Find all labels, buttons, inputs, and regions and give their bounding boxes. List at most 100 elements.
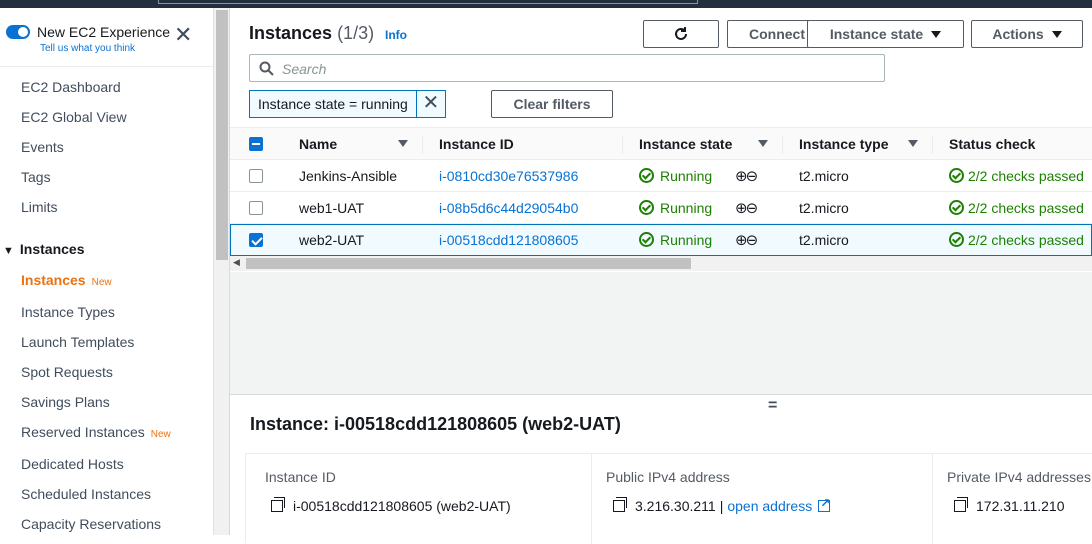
table-row[interactable]: web1-UAT i-08b5d6c44d29054b0 Running ⊕⊖ … (230, 192, 1092, 224)
scrollbar-thumb[interactable] (216, 10, 228, 260)
search-icon (259, 61, 274, 76)
table-horizontal-scrollbar[interactable]: ◀ (230, 256, 1092, 271)
instance-id-link[interactable]: i-00518cdd121808605 (439, 232, 578, 248)
sidebar-item-ec2-global-view[interactable]: EC2 Global View (21, 109, 127, 125)
public-ipv4-value: 3.216.30.211 | open address (613, 496, 830, 514)
sidebar: New EC2 Experience Tell us what you thin… (0, 8, 213, 535)
table-empty-area (230, 272, 1092, 394)
private-ipv4-label: Private IPv4 addresses (947, 469, 1091, 485)
scrollbar-thumb[interactable] (246, 258, 691, 269)
instance-state-text: Running (660, 232, 713, 248)
column-divider (932, 136, 933, 154)
column-header-instance-state[interactable]: Instance state (639, 136, 732, 152)
sort-icon[interactable] (758, 140, 768, 147)
table-row-selected[interactable]: web2-UAT i-00518cdd121808605 Running ⊕⊖ … (230, 224, 1092, 256)
sidebar-item-limits[interactable]: Limits (21, 199, 58, 215)
close-icon[interactable]: ✕ (174, 24, 192, 46)
instance-state: Running (639, 232, 712, 248)
filter-token[interactable]: Instance state = running ✕ (249, 90, 446, 118)
sidebar-item-spot-requests[interactable]: Spot Requests (21, 364, 113, 380)
sort-icon[interactable] (908, 140, 918, 147)
instance-id-value: i-00518cdd121808605 (web2-UAT) (271, 497, 511, 514)
check-circle-icon (639, 232, 654, 247)
global-search-edge[interactable] (158, 0, 698, 4)
sidebar-item-tags[interactable]: Tags (21, 169, 51, 185)
column-divider (782, 136, 783, 154)
row-checkbox[interactable] (249, 201, 263, 215)
sidebar-item-events[interactable]: Events (21, 139, 64, 155)
copy-icon[interactable] (613, 497, 627, 512)
main-content: Instances (1/3) Info Connect Instance st… (230, 8, 1092, 544)
open-address-link[interactable]: open address (727, 498, 812, 514)
scroll-left-icon[interactable]: ◀ (233, 257, 240, 268)
feedback-link[interactable]: Tell us what you think (40, 43, 135, 54)
check-circle-icon (949, 232, 964, 247)
instance-name: web2-UAT (299, 232, 365, 248)
search-placeholder: Search (282, 61, 327, 77)
sidebar-item-instance-types[interactable]: Instance Types (21, 304, 115, 320)
status-check: 2/2 checks passed (949, 168, 1084, 184)
column-header-name[interactable]: Name (299, 136, 337, 152)
column-header-status-check[interactable]: Status check (949, 136, 1035, 152)
check-circle-icon (639, 200, 654, 215)
sidebar-scrollbar[interactable] (213, 8, 229, 535)
sidebar-item-instances[interactable]: Instances New (21, 272, 112, 288)
column-divider (422, 136, 423, 154)
check-circle-icon (949, 168, 964, 183)
column-header-instance-id[interactable]: Instance ID (439, 136, 514, 152)
external-link-icon[interactable] (818, 496, 830, 512)
instance-id-text: i-00518cdd121808605 (web2-UAT) (293, 498, 511, 514)
sidebar-item-dedicated-hosts[interactable]: Dedicated Hosts (21, 456, 124, 472)
sidebar-item-launch-templates[interactable]: Launch Templates (21, 334, 134, 350)
copy-icon[interactable] (954, 497, 968, 512)
table-row[interactable]: Jenkins-Ansible i-0810cd30e76537986 Runn… (230, 160, 1092, 192)
actions-label: Actions (992, 26, 1044, 42)
instance-name: Jenkins-Ansible (299, 168, 398, 184)
caret-down-icon: ▼ (3, 245, 14, 257)
row-checkbox[interactable] (249, 233, 263, 247)
sidebar-section-instances[interactable]: ▼ Instances (3, 241, 84, 257)
instance-type: t2.micro (799, 200, 849, 216)
instance-state: Running (639, 200, 712, 216)
column-header-instance-type[interactable]: Instance type (799, 136, 888, 152)
status-check-text: 2/2 checks passed (968, 168, 1084, 184)
sidebar-section-label: Instances (19, 241, 85, 257)
sidebar-item-capacity-reservations[interactable]: Capacity Reservations (21, 516, 161, 532)
caret-down-icon (1051, 30, 1062, 38)
table-header: Name Instance ID Instance state Instance… (230, 127, 1092, 160)
instance-state-button[interactable]: Instance state (807, 20, 964, 48)
zoom-icons[interactable]: ⊕⊖ (735, 199, 758, 217)
select-all-checkbox[interactable] (249, 137, 263, 151)
filter-token-label: Instance state = running (250, 91, 417, 117)
new-experience-toggle[interactable] (6, 25, 30, 39)
column-divider (591, 454, 592, 544)
info-link[interactable]: Info (385, 28, 407, 42)
status-check-text: 2/2 checks passed (968, 232, 1084, 248)
sidebar-item-savings-plans[interactable]: Savings Plans (21, 394, 110, 410)
new-badge: New (150, 429, 171, 440)
clear-filters-button[interactable]: Clear filters (491, 90, 613, 118)
row-checkbox[interactable] (249, 169, 263, 183)
sidebar-item-scheduled-instances[interactable]: Scheduled Instances (21, 486, 151, 502)
zoom-icons[interactable]: ⊕⊖ (735, 231, 758, 249)
refresh-button[interactable] (643, 20, 719, 48)
sidebar-item-ec2-dashboard[interactable]: EC2 Dashboard (21, 79, 121, 95)
page-title: Instances (1/3) (249, 23, 374, 44)
actions-button[interactable]: Actions (971, 20, 1083, 48)
sort-icon[interactable] (398, 140, 408, 147)
instance-id-link[interactable]: i-08b5d6c44d29054b0 (439, 200, 578, 216)
public-ipv4-text: 3.216.30.211 (635, 498, 716, 514)
page-title-text: Instances (249, 23, 333, 43)
zoom-icons[interactable]: ⊕⊖ (735, 167, 758, 185)
instance-name: web1-UAT (299, 200, 365, 216)
public-ipv4-label: Public IPv4 address (606, 469, 730, 485)
instance-id-link[interactable]: i-0810cd30e76537986 (439, 168, 578, 184)
remove-filter-icon[interactable]: ✕ (417, 91, 445, 117)
search-input[interactable]: Search (249, 54, 885, 82)
split-panel-handle[interactable]: = (768, 397, 777, 415)
copy-icon[interactable] (271, 497, 285, 512)
private-ipv4-value: 172.31.11.210 (954, 497, 1065, 514)
new-experience-title: New EC2 Experience (37, 24, 171, 40)
column-divider (622, 136, 623, 154)
sidebar-item-reserved-instances[interactable]: Reserved Instances New (21, 424, 171, 440)
